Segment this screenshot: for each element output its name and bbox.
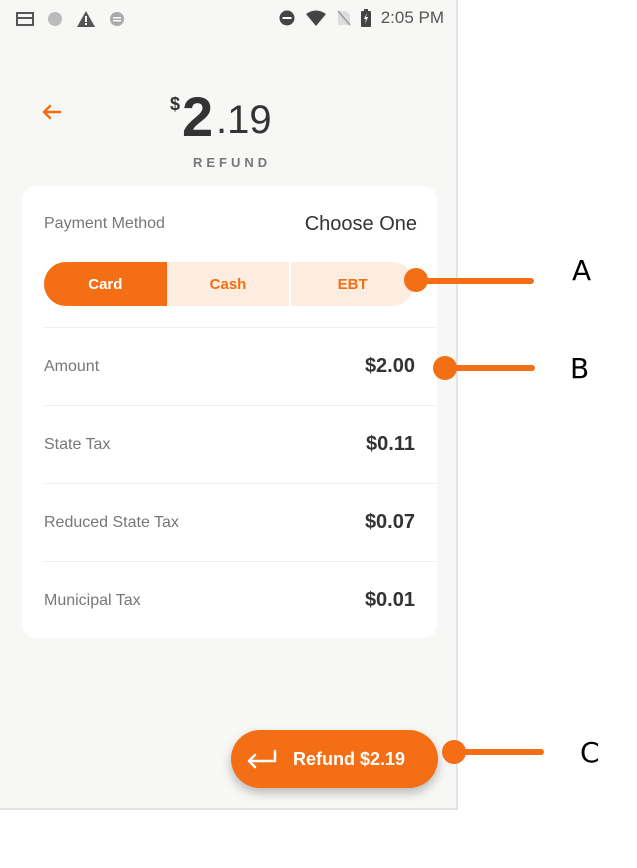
do-not-disturb-icon	[279, 10, 295, 26]
payment-option-card[interactable]: Card	[44, 262, 167, 306]
line-item-state-tax: State Tax $0.11	[44, 405, 437, 484]
callout-label-b: B	[570, 352, 590, 385]
wifi-icon	[305, 10, 326, 26]
circle-icon	[48, 12, 62, 26]
payment-method-selector: Card Cash EBT	[44, 262, 414, 306]
line-item-label: Amount	[44, 358, 100, 375]
battery-charging-icon	[360, 9, 371, 27]
refund-subtitle: REFUND	[193, 155, 272, 170]
line-item-amount: Amount $2.00	[44, 327, 437, 406]
payment-method-label: Payment Method	[44, 215, 165, 232]
callout-label-a: A	[572, 254, 592, 287]
warning-icon	[77, 11, 95, 27]
phone-screen: 2:05 PM $ 2 .19 REFUND Payment Method Ch…	[0, 0, 458, 810]
callout-line-a	[416, 278, 534, 284]
payment-method-value: Choose One	[304, 213, 417, 235]
refund-button[interactable]: Refund $2.19	[231, 730, 438, 788]
status-bar: 2:05 PM	[0, 0, 456, 38]
status-time: 2:05 PM	[380, 8, 444, 27]
line-item-value: $0.07	[364, 511, 415, 533]
payment-option-cash[interactable]: Cash	[167, 262, 292, 306]
line-item-label: Reduced State Tax	[44, 514, 179, 531]
sync-icon	[110, 12, 124, 26]
payment-option-ebt[interactable]: EBT	[291, 262, 414, 306]
line-item-value: $0.11	[366, 433, 415, 455]
amount-decimal: .19	[216, 98, 272, 142]
line-item-label: Municipal Tax	[44, 592, 141, 609]
refund-button-label: Refund $2.19	[293, 748, 406, 769]
currency-symbol: $	[170, 94, 181, 114]
return-arrow-icon	[247, 749, 277, 769]
amount-integer: 2	[182, 85, 213, 148]
refund-details-card: Payment Method Choose One Card Cash EBT …	[22, 186, 437, 638]
line-item-value: $2.00	[364, 355, 415, 377]
callout-label-c: C	[580, 736, 600, 769]
back-arrow-icon[interactable]	[38, 98, 66, 126]
line-item-label: State Tax	[44, 436, 111, 453]
callout-line-c	[454, 749, 544, 755]
line-item-reduced-state-tax: Reduced State Tax $0.07	[44, 483, 437, 562]
line-item-municipal-tax: Municipal Tax $0.01	[44, 561, 437, 640]
no-sim-icon	[337, 10, 351, 26]
line-item-value: $0.01	[364, 589, 415, 611]
card-icon	[16, 12, 34, 26]
callout-line-b	[445, 365, 535, 371]
